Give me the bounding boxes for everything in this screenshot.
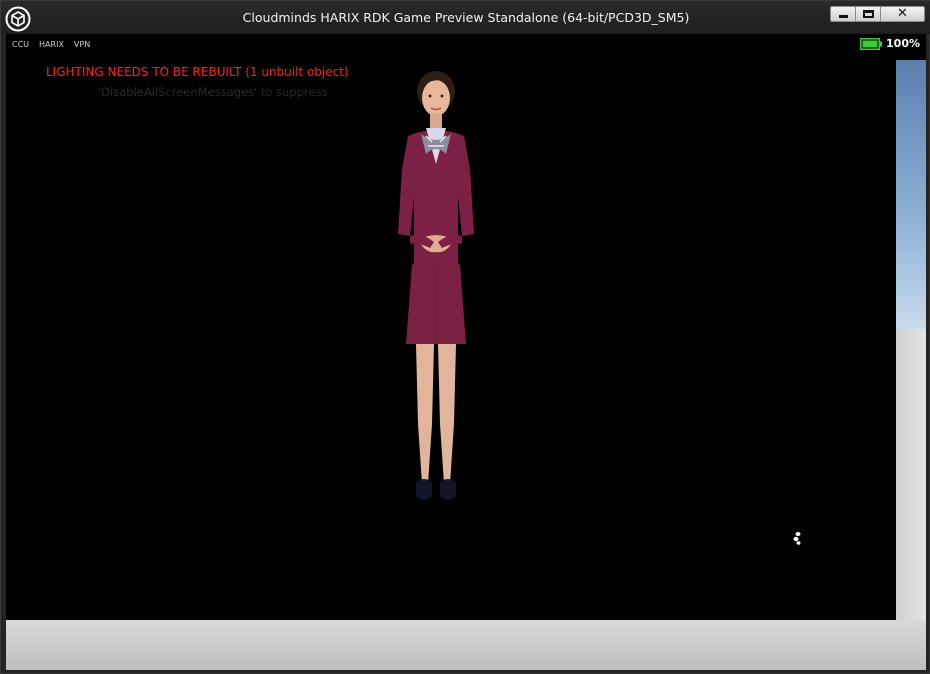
suppress-hint-message: 'DisableAllScreenMessages' to suppress (98, 85, 328, 99)
close-button[interactable]: ✕ (880, 6, 925, 22)
close-icon: ✕ (897, 6, 908, 21)
lighting-warning-message: LIGHTING NEEDS TO BE REBUILT (1 unbuilt … (46, 65, 349, 79)
hud-tab-harix[interactable]: HARIX (39, 40, 64, 49)
digital-human-avatar-icon (398, 71, 474, 500)
battery-status: 100% (860, 37, 920, 50)
window-title: Cloudminds HARIX RDK Game Preview Standa… (242, 10, 690, 25)
minimize-button[interactable] (830, 6, 855, 22)
maximize-button[interactable] (855, 6, 880, 22)
game-viewport[interactable]: CCU HARIX VPN 100% LIGHTING NEEDS TO BE … (6, 34, 926, 670)
battery-icon (860, 37, 883, 50)
busy-cursor-icon (793, 532, 801, 545)
background-sky (896, 60, 926, 330)
minimize-icon (838, 14, 848, 18)
maximize-icon (862, 10, 874, 18)
background-floor (6, 620, 926, 670)
hud-tabs: CCU HARIX VPN (12, 40, 90, 49)
hud-tab-ccu[interactable]: CCU (12, 40, 29, 49)
game-preview-window: Cloudminds HARIX RDK Game Preview Standa… (0, 0, 930, 674)
battery-percentage: 100% (886, 37, 920, 50)
title-bar[interactable]: Cloudminds HARIX RDK Game Preview Standa… (1, 1, 930, 34)
hud-tab-vpn[interactable]: VPN (74, 40, 90, 49)
background-wall (896, 329, 926, 629)
window-controls: ✕ (830, 6, 925, 22)
